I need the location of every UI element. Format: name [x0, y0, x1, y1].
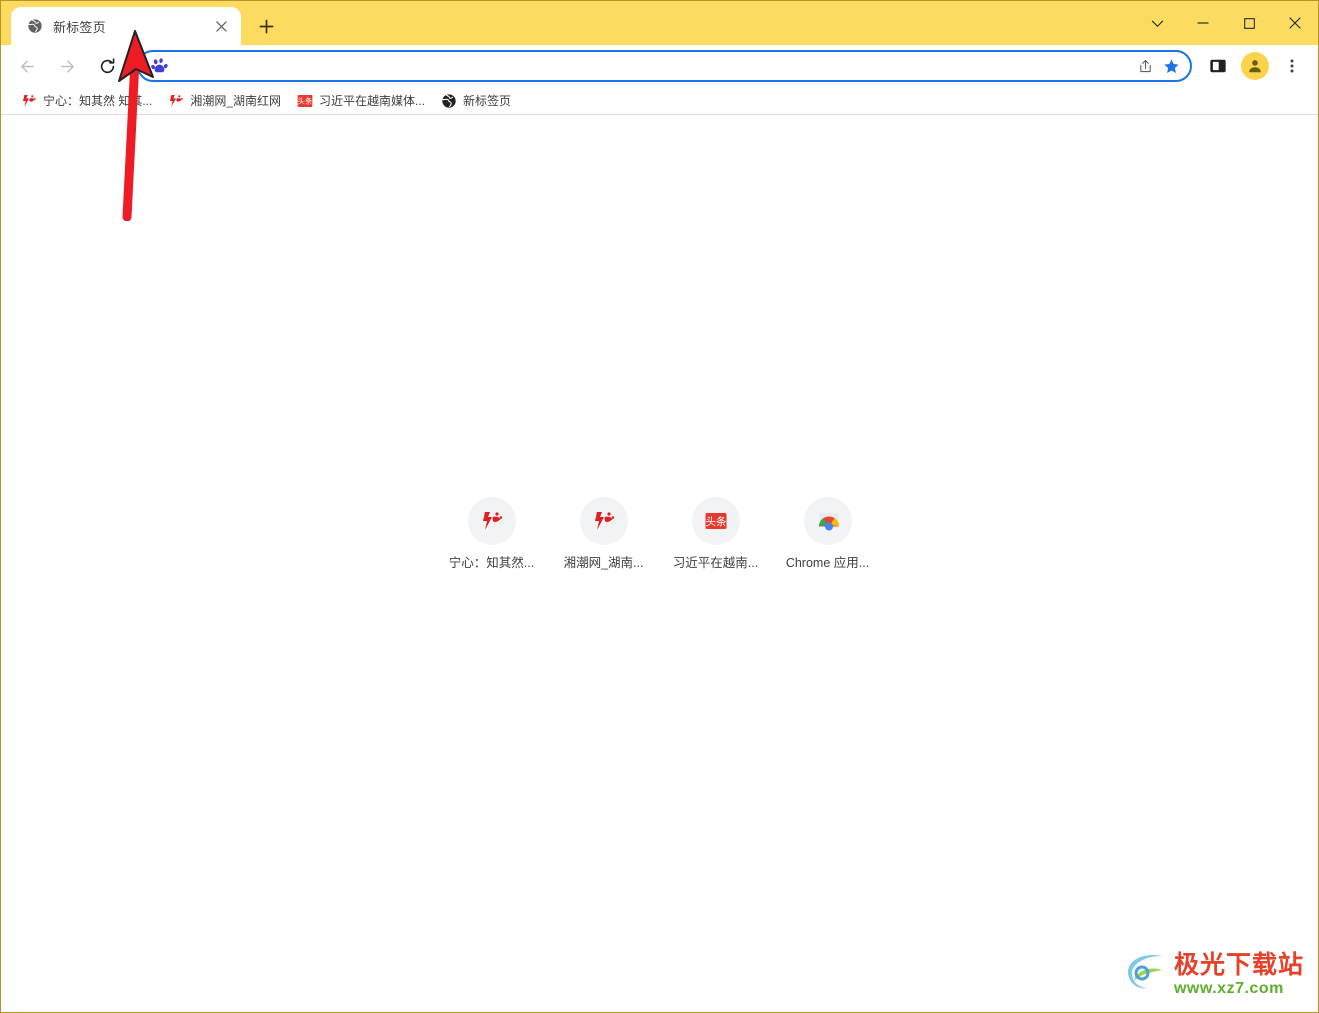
svg-text:头条: 头条	[705, 515, 726, 528]
svg-text:头条: 头条	[298, 96, 313, 105]
shortcut-label: 习近平在越南...	[672, 556, 759, 570]
globe-icon	[441, 93, 457, 109]
browser-tab-active[interactable]: 新标签页	[11, 7, 241, 45]
bookmark-label: 习近平在越南媒体...	[319, 94, 426, 108]
toutiao-icon: 头条	[297, 93, 313, 109]
bookmark-label: 宁心：知其然 知其...	[43, 94, 153, 108]
globe-icon	[27, 18, 43, 34]
bookmark-label: 新标签页	[463, 94, 512, 108]
bookmark-item-3[interactable]: 新标签页	[433, 90, 519, 112]
side-panel-button[interactable]	[1202, 50, 1234, 82]
baidu-paw-icon	[151, 57, 169, 75]
red-flame-icon	[21, 93, 37, 109]
address-bar[interactable]	[137, 50, 1192, 82]
shortcut-label: Chrome 应用...	[785, 556, 870, 570]
three-dot-menu-button[interactable]	[1276, 50, 1308, 82]
close-icon[interactable]	[211, 16, 231, 36]
forward-button[interactable]	[50, 49, 84, 83]
toutiao-icon: 头条	[704, 509, 728, 533]
minimize-button[interactable]	[1180, 1, 1226, 45]
shortcut-icon-wrapper: 头条	[691, 497, 740, 545]
shortcut-icon-wrapper	[467, 497, 516, 545]
bookmark-item-0[interactable]: 宁心：知其然 知其...	[13, 90, 160, 112]
browser-toolbar	[1, 45, 1318, 87]
browser-window: 新标签页 宁心：知其然 知其... 湘潮网_湖南红网 头条 习近平在越南媒体..…	[0, 0, 1319, 1013]
watermark-url: www.xz7.com	[1173, 979, 1284, 997]
bookmark-item-2[interactable]: 头条 习近平在越南媒体...	[289, 90, 433, 112]
watermark-title: 极光下载站	[1173, 950, 1304, 979]
new-tab-page: 宁心：知其然... 湘潮网_湖南... 头条 习近平在越南... Chrome …	[1, 115, 1318, 1011]
tab-strip: 新标签页	[1, 1, 1318, 45]
bookmark-item-1[interactable]: 湘潮网_湖南红网	[160, 90, 289, 112]
share-icon[interactable]	[1132, 53, 1158, 79]
shortcut-grid: 宁心：知其然... 湘潮网_湖南... 头条 习近平在越南... Chrome …	[1, 489, 1318, 571]
aurora-logo-icon	[1122, 950, 1168, 999]
shortcut-tile-0[interactable]: 宁心：知其然...	[436, 489, 548, 571]
profile-avatar[interactable]	[1241, 52, 1269, 80]
new-tab-button[interactable]	[251, 11, 281, 41]
shortcut-tile-1[interactable]: 湘潮网_湖南...	[548, 489, 660, 571]
tab-title: 新标签页	[53, 19, 106, 35]
bookmarks-bar: 宁心：知其然 知其... 湘潮网_湖南红网 头条 习近平在越南媒体... 新标签…	[1, 87, 1318, 115]
watermark: 极光下载站 www.xz7.com	[1122, 950, 1304, 999]
reload-button[interactable]	[90, 49, 124, 83]
shortcut-tile-2[interactable]: 头条 习近平在越南...	[660, 489, 772, 571]
shortcut-icon-wrapper	[579, 497, 628, 545]
red-flame-icon	[168, 93, 184, 109]
close-button[interactable]	[1272, 1, 1318, 45]
red-flame-icon	[592, 509, 616, 533]
back-button[interactable]	[10, 49, 44, 83]
red-flame-icon	[480, 509, 504, 533]
maximize-button[interactable]	[1226, 1, 1272, 45]
tab-search-button[interactable]	[1134, 1, 1180, 45]
shortcut-icon-wrapper	[803, 497, 852, 545]
bookmark-star-icon[interactable]	[1158, 53, 1184, 79]
watermark-text: 极光下载站 www.xz7.com	[1173, 950, 1304, 997]
address-bar-input[interactable]	[169, 53, 1132, 79]
bookmark-label: 湘潮网_湖南红网	[190, 94, 282, 108]
shortcut-tile-3[interactable]: Chrome 应用...	[772, 489, 884, 571]
shortcut-label: 湘潮网_湖南...	[563, 556, 644, 570]
shortcut-label: 宁心：知其然...	[448, 556, 535, 570]
window-controls	[1134, 1, 1318, 45]
chrome-apps-icon	[816, 509, 840, 533]
